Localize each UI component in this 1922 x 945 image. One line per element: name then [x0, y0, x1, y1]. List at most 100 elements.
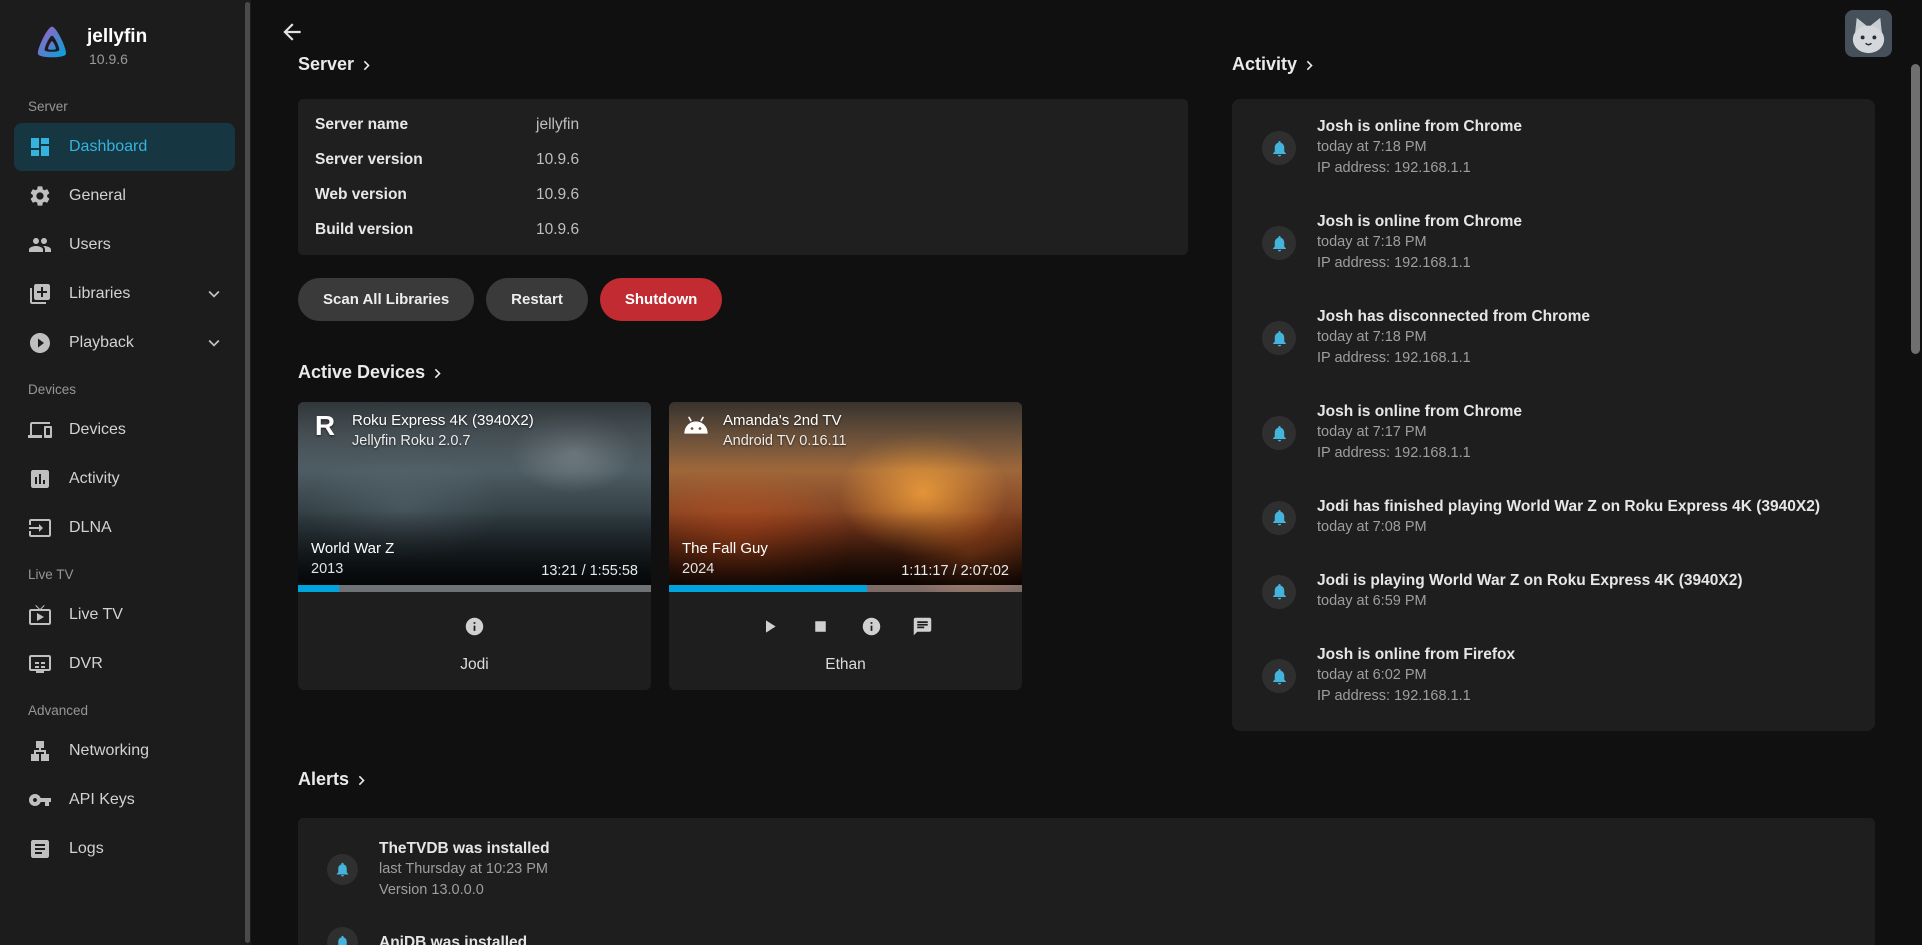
device-card-androidtv: Amanda's 2nd TV Android TV 0.16.11 The F… [669, 402, 1022, 690]
activity-title: Josh is online from Chrome [1317, 212, 1522, 232]
info-icon [464, 616, 485, 637]
info-label: Server name [315, 116, 536, 134]
sidebar-section-devices: Devices [0, 368, 251, 405]
users-icon [28, 233, 52, 257]
restart-button[interactable]: Restart [486, 278, 588, 321]
activity-detail: IP address: 192.168.1.1 [1317, 686, 1515, 707]
activity-time: today at 7:18 PM [1317, 137, 1522, 158]
server-actions: Scan All Libraries Restart Shutdown [298, 278, 1188, 321]
sidebar-item-label: Activity [69, 470, 120, 488]
sidebar-item-label: DVR [69, 655, 103, 673]
window-scrollbar[interactable] [1911, 64, 1920, 354]
alerts-heading-link[interactable]: Alerts [298, 769, 371, 790]
sidebar-item-users[interactable]: Users [14, 221, 235, 269]
activity-title: Jodi has finished playing World War Z on… [1317, 497, 1820, 517]
playback-progress-bar [298, 585, 651, 592]
sidebar-item-label: Dashboard [69, 138, 147, 156]
device-card-roku: R Roku Express 4K (3940X2) Jellyfin Roku… [298, 402, 651, 690]
session-user: Ethan [825, 656, 866, 674]
section-title: Alerts [298, 769, 349, 790]
alert-detail: Version 13.0.0.0 [379, 880, 550, 901]
sidebar-section-advanced: Advanced [0, 689, 251, 726]
info-icon [861, 616, 882, 637]
bell-icon [1262, 659, 1296, 693]
app-version: 10.9.6 [87, 51, 147, 67]
bell-icon [327, 927, 358, 945]
sidebar-item-networking[interactable]: Networking [14, 727, 235, 775]
sidebar-item-label: Live TV [69, 606, 123, 624]
dvr-icon [28, 652, 52, 676]
sidebar-item-live-tv[interactable]: Live TV [14, 591, 235, 639]
playback-time: 13:21 / 1:55:58 [541, 563, 638, 579]
sidebar-item-general[interactable]: General [14, 172, 235, 220]
chevron-down-icon[interactable] [203, 332, 225, 354]
chevron-right-icon [352, 771, 371, 790]
now-playing-backdrop: R Roku Express 4K (3940X2) Jellyfin Roku… [298, 402, 651, 592]
devices-icon [28, 418, 52, 442]
playback-progress-fill [298, 585, 339, 592]
sidebar-section-livetv: Live TV [0, 553, 251, 590]
active-devices-heading-link[interactable]: Active Devices [298, 362, 447, 383]
sidebar-item-label: Libraries [69, 285, 130, 303]
device-name: Amanda's 2nd TV [723, 411, 847, 431]
sidebar-item-logs[interactable]: Logs [14, 825, 235, 873]
media-year: 2024 [682, 559, 768, 579]
bell-icon [1262, 416, 1296, 450]
activity-detail: IP address: 192.168.1.1 [1317, 348, 1590, 369]
server-info-row: Server name jellyfin [315, 107, 1171, 142]
session-message-button[interactable] [907, 611, 937, 641]
activity-heading-link[interactable]: Activity [1232, 54, 1319, 75]
activity-chart-icon [28, 467, 52, 491]
media-title: World War Z [311, 539, 394, 559]
sidebar-item-dvr[interactable]: DVR [14, 640, 235, 688]
server-column: Server Server name jellyfin Server versi… [298, 54, 1188, 690]
playback-progress-bar [669, 585, 1022, 592]
alert-title: AniDB was installed [379, 932, 527, 945]
section-title: Server [298, 54, 354, 75]
info-value: jellyfin [536, 116, 579, 134]
sidebar-item-dlna[interactable]: DLNA [14, 504, 235, 552]
sidebar-item-libraries[interactable]: Libraries [14, 270, 235, 318]
sidebar-item-api-keys[interactable]: API Keys [14, 776, 235, 824]
stop-icon [810, 616, 831, 637]
session-info-button[interactable] [460, 611, 490, 641]
sidebar-scrollbar[interactable] [245, 2, 250, 943]
session-info-button[interactable] [856, 611, 886, 641]
scan-all-libraries-button[interactable]: Scan All Libraries [298, 278, 474, 321]
sidebar-item-activity[interactable]: Activity [14, 455, 235, 503]
shutdown-button[interactable]: Shutdown [600, 278, 722, 321]
device-client: Jellyfin Roku 2.0.7 [352, 431, 534, 451]
media-year: 2013 [311, 559, 394, 579]
activity-time: today at 7:18 PM [1317, 232, 1522, 253]
activity-item: Josh is online from Firefox today at 6:0… [1262, 645, 1855, 707]
info-label: Web version [315, 186, 536, 204]
sidebar-item-dashboard[interactable]: Dashboard [14, 123, 235, 171]
activity-title: Josh is online from Chrome [1317, 402, 1522, 422]
device-name: Roku Express 4K (3940X2) [352, 411, 534, 431]
user-avatar[interactable] [1845, 10, 1892, 57]
chevron-right-icon [1300, 56, 1319, 75]
bell-icon [1262, 321, 1296, 355]
jellyfin-dashboard: jellyfin 10.9.6 Server Dashboard General… [0, 0, 1922, 945]
session-controls [754, 611, 937, 641]
server-heading-link[interactable]: Server [298, 54, 376, 75]
activity-card: Josh is online from Chrome today at 7:18… [1232, 99, 1875, 731]
playback-time: 1:11:17 / 2:07:02 [901, 563, 1009, 579]
play-icon [759, 616, 780, 637]
activity-title: Jodi is playing World War Z on Roku Expr… [1317, 571, 1743, 591]
sidebar-section-server: Server [0, 85, 251, 122]
live-tv-icon [28, 603, 52, 627]
session-play-button[interactable] [754, 611, 784, 641]
jellyfin-logo-icon [30, 22, 74, 71]
server-info-row: Build version 10.9.6 [315, 212, 1171, 247]
bell-icon [1262, 226, 1296, 260]
back-button[interactable] [273, 14, 311, 52]
device-client: Android TV 0.16.11 [723, 431, 847, 451]
play-circle-icon [28, 331, 52, 355]
sidebar-item-label: API Keys [69, 791, 135, 809]
chevron-down-icon[interactable] [203, 283, 225, 305]
info-label: Build version [315, 221, 536, 239]
session-stop-button[interactable] [805, 611, 835, 641]
sidebar-item-playback[interactable]: Playback [14, 319, 235, 367]
sidebar-item-devices[interactable]: Devices [14, 406, 235, 454]
